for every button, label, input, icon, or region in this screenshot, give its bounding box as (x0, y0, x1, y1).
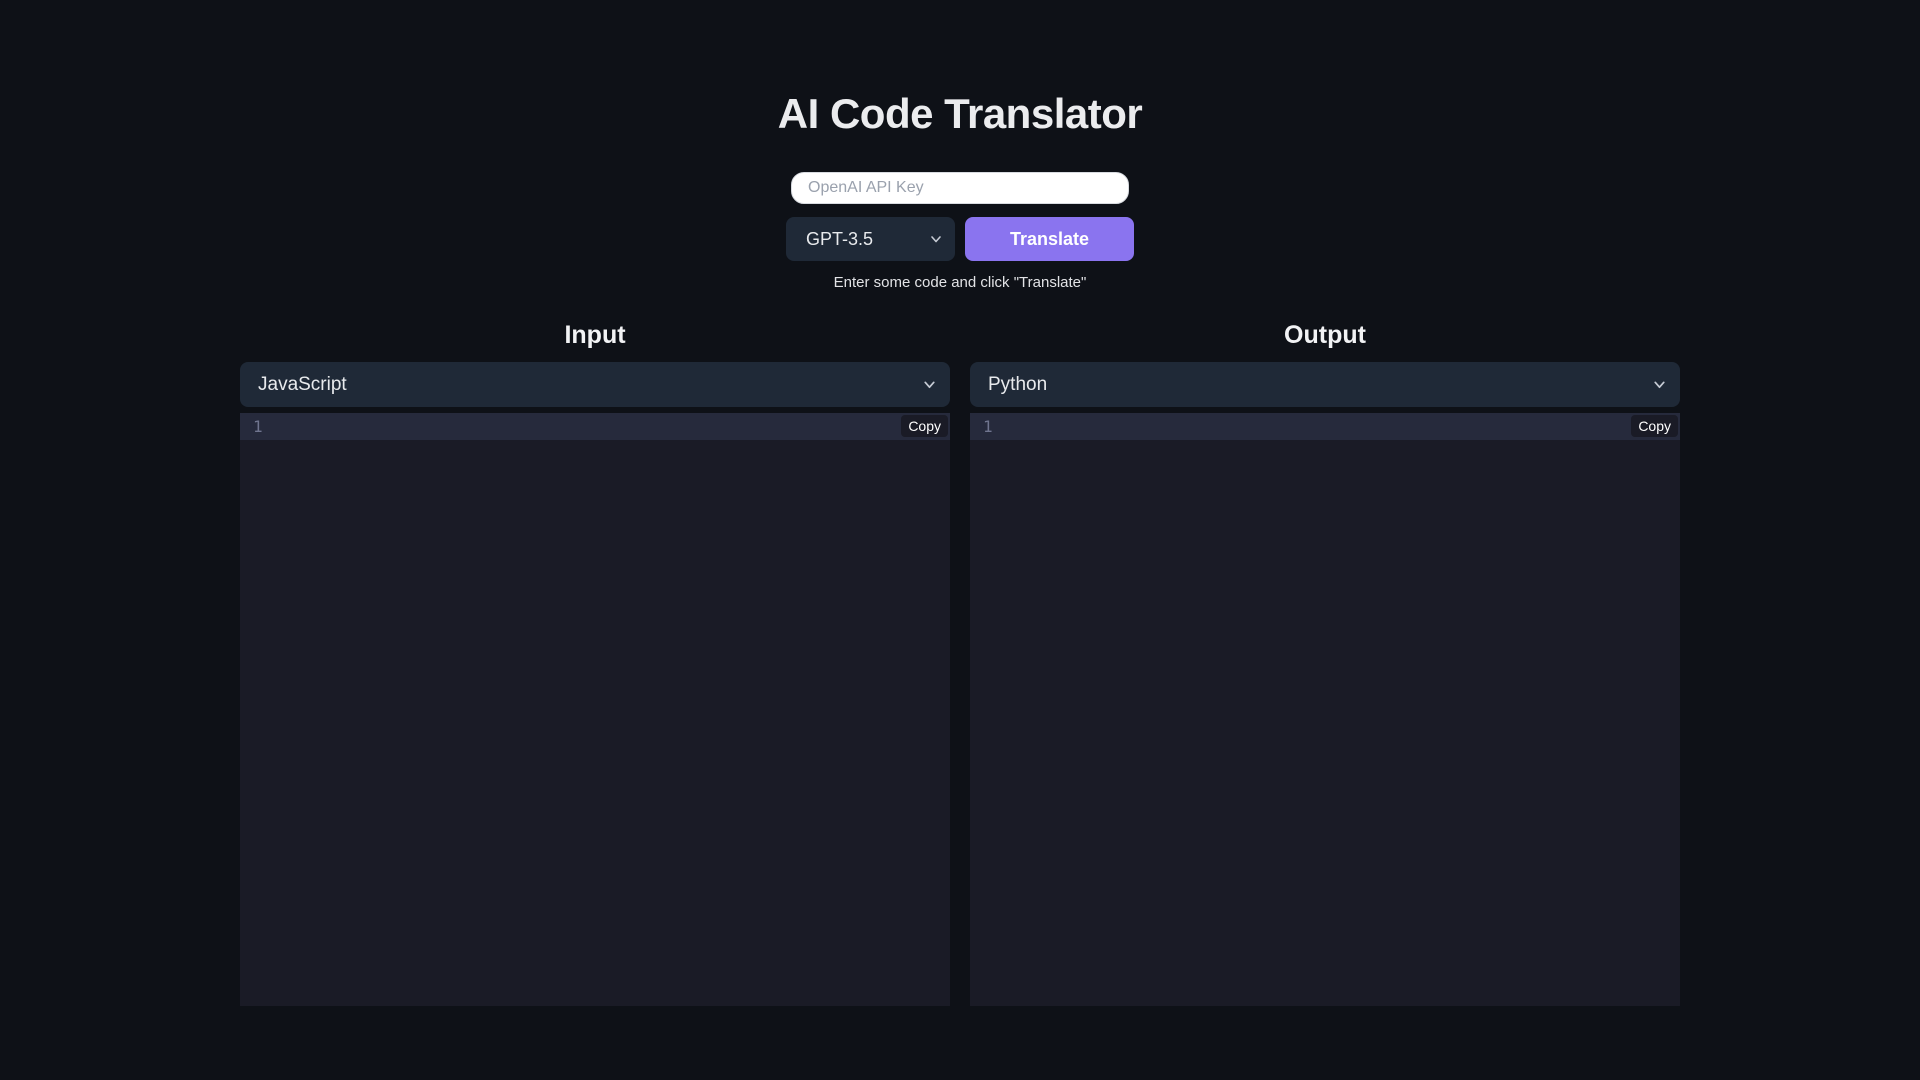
line-number: 1 (253, 417, 263, 436)
model-select[interactable]: GPT-3.5 (786, 217, 955, 261)
line-number: 1 (983, 417, 993, 436)
chevron-down-icon (1652, 377, 1667, 392)
output-copy-button[interactable]: Copy (1631, 415, 1678, 437)
input-language-value: JavaScript (258, 373, 347, 395)
api-key-input[interactable] (791, 172, 1129, 204)
panels-row: Input JavaScript 1 Copy Output Python 1 … (240, 321, 1680, 1006)
output-code-content[interactable] (970, 440, 1680, 1006)
status-text: Enter some code and click "Translate" (833, 274, 1087, 291)
chevron-down-icon (922, 377, 937, 392)
output-language-value: Python (988, 373, 1048, 395)
chevron-down-icon (929, 232, 943, 246)
output-panel: Output Python 1 Copy (970, 321, 1680, 1006)
editor-active-line: 1 (970, 413, 1680, 440)
output-code-editor[interactable]: 1 Copy (970, 413, 1680, 1006)
input-copy-button[interactable]: Copy (901, 415, 948, 437)
output-panel-heading: Output (1284, 321, 1366, 349)
input-code-editor[interactable]: 1 Copy (240, 413, 950, 1006)
page-title: AI Code Translator (777, 90, 1143, 137)
input-code-content[interactable] (240, 440, 950, 1006)
output-language-select[interactable]: Python (970, 362, 1680, 407)
controls-row: GPT-3.5 Translate (786, 217, 1134, 261)
editor-active-line: 1 (240, 413, 950, 440)
app-viewport: AI Code Translator GPT-3.5 Translate Ent… (0, 0, 1920, 1080)
model-select-value: GPT-3.5 (806, 228, 874, 249)
input-panel-heading: Input (564, 321, 626, 349)
translate-button[interactable]: Translate (965, 217, 1134, 261)
input-panel: Input JavaScript 1 Copy (240, 321, 950, 1006)
input-language-select[interactable]: JavaScript (240, 362, 950, 407)
